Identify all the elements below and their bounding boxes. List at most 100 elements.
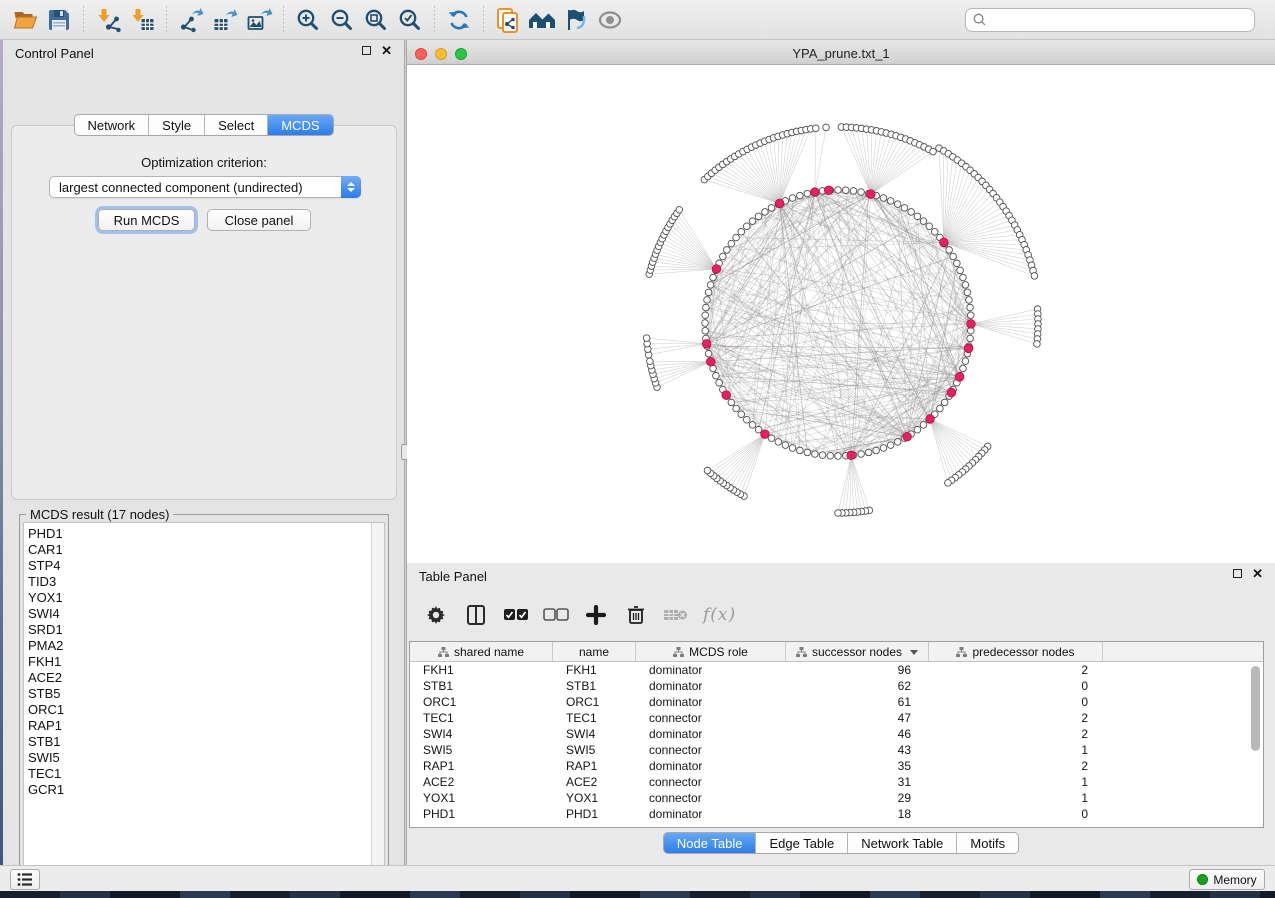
cell-name[interactable]: RAP1: [553, 758, 636, 774]
tab-network-table[interactable]: Network Table: [848, 833, 957, 853]
window-close-button[interactable]: [415, 48, 427, 60]
select-all-button[interactable]: [503, 602, 529, 628]
run-mcds-button[interactable]: Run MCDS: [98, 209, 195, 231]
dominator-node[interactable]: [824, 186, 833, 195]
table-row-TEC1[interactable]: TEC1TEC1connector472: [410, 710, 1263, 726]
cell-role[interactable]: dominator: [636, 678, 786, 694]
cell-role[interactable]: connector: [636, 710, 786, 726]
table-row-FKH1[interactable]: FKH1FKH1dominator962: [410, 662, 1263, 678]
mcds-result-node[interactable]: STP4: [28, 558, 372, 574]
cell-successors[interactable]: 43: [786, 742, 929, 758]
column-header-name[interactable]: name: [553, 642, 636, 662]
cell-name[interactable]: SWI4: [553, 726, 636, 742]
table-row-ACE2[interactable]: ACE2ACE2connector311: [410, 774, 1263, 790]
import-table-button[interactable]: [125, 4, 159, 36]
table-row-SWI5[interactable]: SWI5SWI5connector431: [410, 742, 1263, 758]
zoom-selected-button[interactable]: [393, 4, 427, 36]
dominator-node[interactable]: [926, 415, 935, 424]
save-session-button[interactable]: [42, 4, 76, 36]
open-session-button[interactable]: [8, 4, 42, 36]
cell-role[interactable]: dominator: [636, 694, 786, 710]
tab-style[interactable]: Style: [149, 115, 205, 135]
zoom-fit-button[interactable]: [359, 4, 393, 36]
apply-layout-button[interactable]: [442, 4, 476, 36]
table-row-STB1[interactable]: STB1STB1dominator620: [410, 678, 1263, 694]
dominator-node[interactable]: [761, 430, 770, 439]
float-table-panel-button[interactable]: [1233, 569, 1242, 578]
mcds-result-node[interactable]: CAR1: [28, 542, 372, 558]
window-minimize-button[interactable]: [435, 48, 447, 60]
mcds-result-node[interactable]: RAP1: [28, 718, 372, 734]
cell-predecessors[interactable]: 0: [929, 678, 1103, 694]
mcds-result-node[interactable]: STB5: [28, 686, 372, 702]
dominator-node[interactable]: [775, 199, 784, 208]
memory-button[interactable]: Memory: [1189, 869, 1265, 890]
cell-shared_name[interactable]: FKH1: [410, 662, 553, 678]
mcds-result-node[interactable]: STB1: [28, 734, 372, 750]
mcds-result-node[interactable]: ACE2: [28, 670, 372, 686]
table-row-SWI4[interactable]: SWI4SWI4dominator462: [410, 726, 1263, 742]
criterion-dropdown[interactable]: largest connected component (undirected): [49, 176, 361, 198]
dominator-node[interactable]: [712, 265, 721, 274]
mcds-result-node[interactable]: TID3: [28, 574, 372, 590]
cell-predecessors[interactable]: 0: [929, 694, 1103, 710]
tab-network[interactable]: Network: [74, 115, 149, 135]
window-maximize-button[interactable]: [455, 48, 467, 60]
table-row-ORC1[interactable]: ORC1ORC1dominator610: [410, 694, 1263, 710]
dominator-node[interactable]: [811, 188, 820, 197]
cell-successors[interactable]: 35: [786, 758, 929, 774]
zoom-out-button[interactable]: [325, 4, 359, 36]
hide-graphics-details-button[interactable]: [559, 4, 593, 36]
cell-role[interactable]: dominator: [636, 662, 786, 678]
export-image-button[interactable]: [242, 4, 276, 36]
cell-role[interactable]: connector: [636, 742, 786, 758]
cell-predecessors[interactable]: 1: [929, 742, 1103, 758]
cell-name[interactable]: TEC1: [553, 710, 636, 726]
cell-name[interactable]: ACE2: [553, 774, 636, 790]
mcds-documents-button[interactable]: [491, 4, 525, 36]
cell-predecessors[interactable]: 1: [929, 774, 1103, 790]
table-settings-button[interactable]: [423, 602, 449, 628]
column-header-shared-name[interactable]: shared name: [410, 642, 553, 662]
mcds-result-node[interactable]: TEC1: [28, 766, 372, 782]
table-row-YOX1[interactable]: YOX1YOX1connector291: [410, 790, 1263, 806]
dominator-node[interactable]: [867, 190, 876, 199]
search-input[interactable]: [987, 12, 1248, 28]
cell-name[interactable]: ORC1: [553, 694, 636, 710]
tab-select[interactable]: Select: [205, 115, 268, 135]
cell-role[interactable]: connector: [636, 790, 786, 806]
cell-shared_name[interactable]: YOX1: [410, 790, 553, 806]
cell-shared_name[interactable]: ACE2: [410, 774, 553, 790]
cell-shared_name[interactable]: STB1: [410, 678, 553, 694]
column-view-button[interactable]: [463, 602, 489, 628]
cell-role[interactable]: dominator: [636, 806, 786, 822]
column-header-MCDS-role[interactable]: MCDS role: [636, 642, 786, 662]
mcds-result-node[interactable]: GCR1: [28, 782, 372, 798]
column-header-successor-nodes[interactable]: successor nodes: [786, 642, 929, 662]
cell-successors[interactable]: 96: [786, 662, 929, 678]
add-column-button[interactable]: [583, 602, 609, 628]
mcds-result-node[interactable]: FKH1: [28, 654, 372, 670]
mcds-result-scrollbar[interactable]: [371, 522, 385, 874]
delete-column-button[interactable]: [623, 602, 649, 628]
tab-node-table[interactable]: Node Table: [664, 833, 757, 853]
cell-successors[interactable]: 47: [786, 710, 929, 726]
zoom-in-button[interactable]: [291, 4, 325, 36]
mcds-result-node[interactable]: ORC1: [28, 702, 372, 718]
cell-role[interactable]: connector: [636, 774, 786, 790]
mcds-result-node[interactable]: PHD1: [28, 526, 372, 542]
deselect-all-button[interactable]: [543, 602, 569, 628]
dominator-node[interactable]: [967, 320, 976, 329]
dominator-node[interactable]: [955, 373, 964, 382]
cell-successors[interactable]: 31: [786, 774, 929, 790]
mcds-result-node[interactable]: SWI4: [28, 606, 372, 622]
cell-predecessors[interactable]: 2: [929, 662, 1103, 678]
mcds-result-node[interactable]: SRD1: [28, 622, 372, 638]
dominator-node[interactable]: [903, 432, 912, 441]
cell-shared_name[interactable]: TEC1: [410, 710, 553, 726]
cell-name[interactable]: SWI5: [553, 742, 636, 758]
cell-name[interactable]: YOX1: [553, 790, 636, 806]
show-graphics-details-button[interactable]: [593, 4, 627, 36]
cell-shared_name[interactable]: SWI5: [410, 742, 553, 758]
cell-successors[interactable]: 62: [786, 678, 929, 694]
